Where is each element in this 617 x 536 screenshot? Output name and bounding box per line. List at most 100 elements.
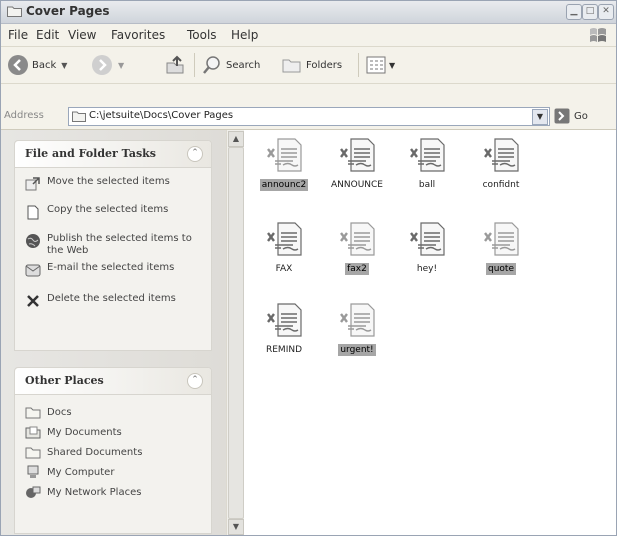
back-button[interactable]: Back ▼ [7, 47, 67, 83]
file-item[interactable]: ANNOUNCE [317, 136, 397, 206]
window-title: Cover Pages [26, 4, 110, 18]
panel-header[interactable]: Other Places ⌃ [15, 368, 211, 395]
task-label: Publish the selected items to the Web [47, 233, 192, 256]
task-pane-scrollbar[interactable]: ▲ ▼ [226, 130, 244, 535]
views-icon [366, 56, 386, 74]
search-button[interactable]: Search [201, 47, 260, 83]
file-item[interactable]: ball [387, 136, 467, 206]
network-icon [26, 486, 41, 498]
up-folder-button[interactable] [164, 47, 186, 83]
file-item[interactable]: fax2 [317, 220, 397, 290]
forward-dropdown-icon[interactable]: ▼ [118, 61, 124, 70]
panel-header[interactable]: File and Folder Tasks ⌃ [15, 141, 211, 168]
menu-view[interactable]: View [68, 28, 96, 42]
document-icon [340, 138, 375, 172]
task-label: Move the selected items [47, 176, 170, 187]
place-my-documents[interactable]: My Documents [25, 425, 122, 439]
place-docs[interactable]: Docs [25, 405, 72, 419]
menu-tools[interactable]: Tools [187, 28, 217, 42]
menu-help[interactable]: Help [231, 28, 258, 42]
task-email[interactable]: E-mail the selected items [25, 262, 210, 278]
maximize-button[interactable]: □ [582, 4, 598, 20]
place-my-network-places[interactable]: My Network Places [25, 485, 141, 499]
minimize-button[interactable]: ▁ [566, 4, 582, 20]
task-publish[interactable]: Publish the selected items to the Web [25, 233, 210, 257]
scrollbar-thumb[interactable] [228, 147, 244, 519]
document-icon [340, 303, 375, 337]
folders-icon [282, 59, 301, 73]
file-name-label: REMIND [265, 345, 303, 355]
menu-edit[interactable]: Edit [36, 28, 59, 42]
panel-title: File and Folder Tasks [25, 147, 156, 160]
scroll-up-icon[interactable]: ▲ [228, 131, 244, 147]
file-item[interactable]: announc2 [244, 136, 324, 206]
file-item[interactable]: urgent! [317, 301, 397, 371]
views-button[interactable]: ▼ [365, 47, 395, 83]
computer-icon [27, 465, 39, 478]
back-dropdown-icon[interactable]: ▼ [61, 61, 67, 70]
email-icon [25, 264, 41, 277]
folder-icon [72, 111, 86, 122]
up-folder-icon [166, 55, 184, 74]
address-label: Address [4, 110, 44, 121]
search-icon [203, 56, 220, 74]
collapse-chevron-icon[interactable]: ⌃ [187, 373, 203, 389]
file-name-label: confidnt [482, 180, 520, 190]
copy-icon [27, 205, 39, 220]
task-label: Delete the selected items [47, 293, 176, 304]
document-icon [410, 222, 445, 256]
move-icon [25, 177, 40, 191]
go-button[interactable]: Go [554, 108, 588, 124]
folder-icon [7, 6, 22, 17]
folder-icon [25, 447, 41, 459]
folders-button[interactable]: Folders [281, 47, 342, 83]
file-item[interactable]: FAX [244, 220, 324, 290]
task-copy[interactable]: Copy the selected items [25, 204, 210, 220]
task-label: Copy the selected items [47, 204, 169, 215]
file-name-label: urgent! [338, 344, 376, 356]
windows-logo-icon [590, 28, 606, 42]
scroll-down-icon[interactable]: ▼ [228, 519, 244, 535]
file-item[interactable]: confidnt [461, 136, 541, 206]
go-label: Go [574, 110, 588, 122]
menu-bar: File Edit View Favorites Tools Help [1, 24, 616, 47]
globe-icon [26, 234, 40, 248]
place-shared-documents[interactable]: Shared Documents [25, 445, 142, 459]
address-dropdown-button[interactable]: ▼ [532, 109, 548, 125]
document-icon [267, 222, 302, 256]
back-label: Back [32, 59, 57, 71]
file-item[interactable]: hey! [387, 220, 467, 290]
file-folder-tasks-panel: File and Folder Tasks ⌃ Move the selecte… [14, 140, 212, 351]
task-label: E-mail the selected items [47, 262, 175, 273]
document-icon [340, 222, 375, 256]
menu-favorites[interactable]: Favorites [111, 28, 165, 42]
place-label: My Documents [47, 426, 122, 438]
file-name-label: ANNOUNCE [331, 180, 383, 190]
place-label: My Computer [47, 466, 115, 478]
place-my-computer[interactable]: My Computer [25, 465, 114, 479]
file-item[interactable]: quote [461, 220, 541, 290]
search-label: Search [226, 59, 261, 71]
menu-file[interactable]: File [8, 28, 28, 42]
views-dropdown-icon[interactable]: ▼ [389, 61, 395, 70]
task-move[interactable]: Move the selected items [25, 176, 210, 192]
document-icon [267, 138, 302, 172]
address-field[interactable]: C:\jetsuite\Docs\Cover Pages ▼ [68, 107, 550, 126]
document-icon [267, 303, 302, 337]
standard-toolbar: Back ▼ ▼ Search Folders ▼ [1, 47, 616, 84]
title-bar[interactable]: Cover Pages ▁ □ ✕ [1, 1, 616, 24]
forward-arrow-icon [92, 55, 112, 75]
file-list-area[interactable]: announc2 ANNOUNCE ball confidnt FAX fax2 hey! q… [244, 130, 616, 535]
place-label: Docs [47, 406, 72, 418]
file-item[interactable]: REMIND [244, 301, 324, 371]
forward-button[interactable]: ▼ [91, 47, 124, 83]
task-delete[interactable]: Delete the selected items [25, 293, 210, 309]
back-arrow-icon [8, 55, 28, 75]
place-label: My Network Places [47, 486, 142, 498]
address-path: C:\jetsuite\Docs\Cover Pages [89, 110, 234, 121]
file-name-label: ball [418, 180, 436, 190]
file-name-label: FAX [275, 264, 293, 274]
collapse-chevron-icon[interactable]: ⌃ [187, 146, 203, 162]
file-name-label: announc2 [259, 179, 309, 191]
close-button[interactable]: ✕ [598, 4, 614, 20]
